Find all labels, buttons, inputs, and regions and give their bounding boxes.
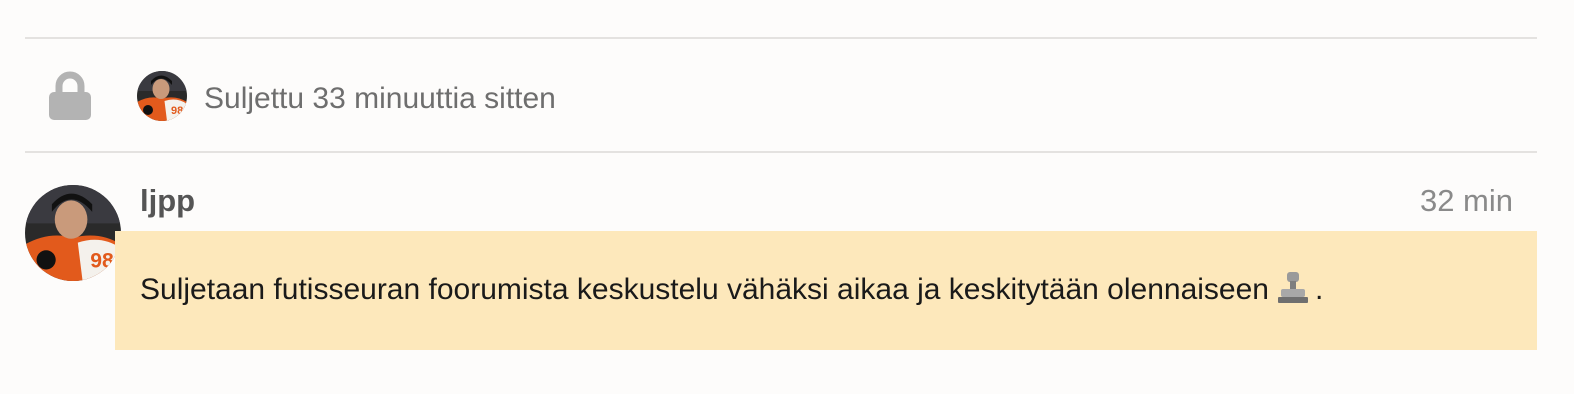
- divider: [25, 37, 1537, 39]
- lock-icon: [47, 70, 93, 122]
- post-text-main: Suljetaan futisseuran foorumista keskust…: [140, 273, 1269, 306]
- small-action-avatar[interactable]: 98: [137, 71, 187, 121]
- post-text: Suljetaan futisseuran foorumista keskust…: [140, 271, 1323, 308]
- topic-page: 98 Suljettu 33 minuuttia sitten 98 ljpp …: [0, 0, 1574, 394]
- divider: [25, 151, 1537, 153]
- post-text-end: .: [1314, 273, 1324, 306]
- post-body-highlighted: Suljetaan futisseuran foorumista keskust…: [115, 231, 1537, 350]
- post-avatar[interactable]: 98: [25, 185, 121, 281]
- small-action-text: Suljettu 33 minuuttia sitten: [204, 82, 556, 115]
- post-timestamp[interactable]: 32 min: [1420, 183, 1513, 219]
- svg-text:98: 98: [171, 105, 183, 117]
- stamp-icon: [1275, 271, 1311, 305]
- post-username[interactable]: ljpp: [140, 183, 195, 219]
- svg-text:98: 98: [90, 250, 114, 273]
